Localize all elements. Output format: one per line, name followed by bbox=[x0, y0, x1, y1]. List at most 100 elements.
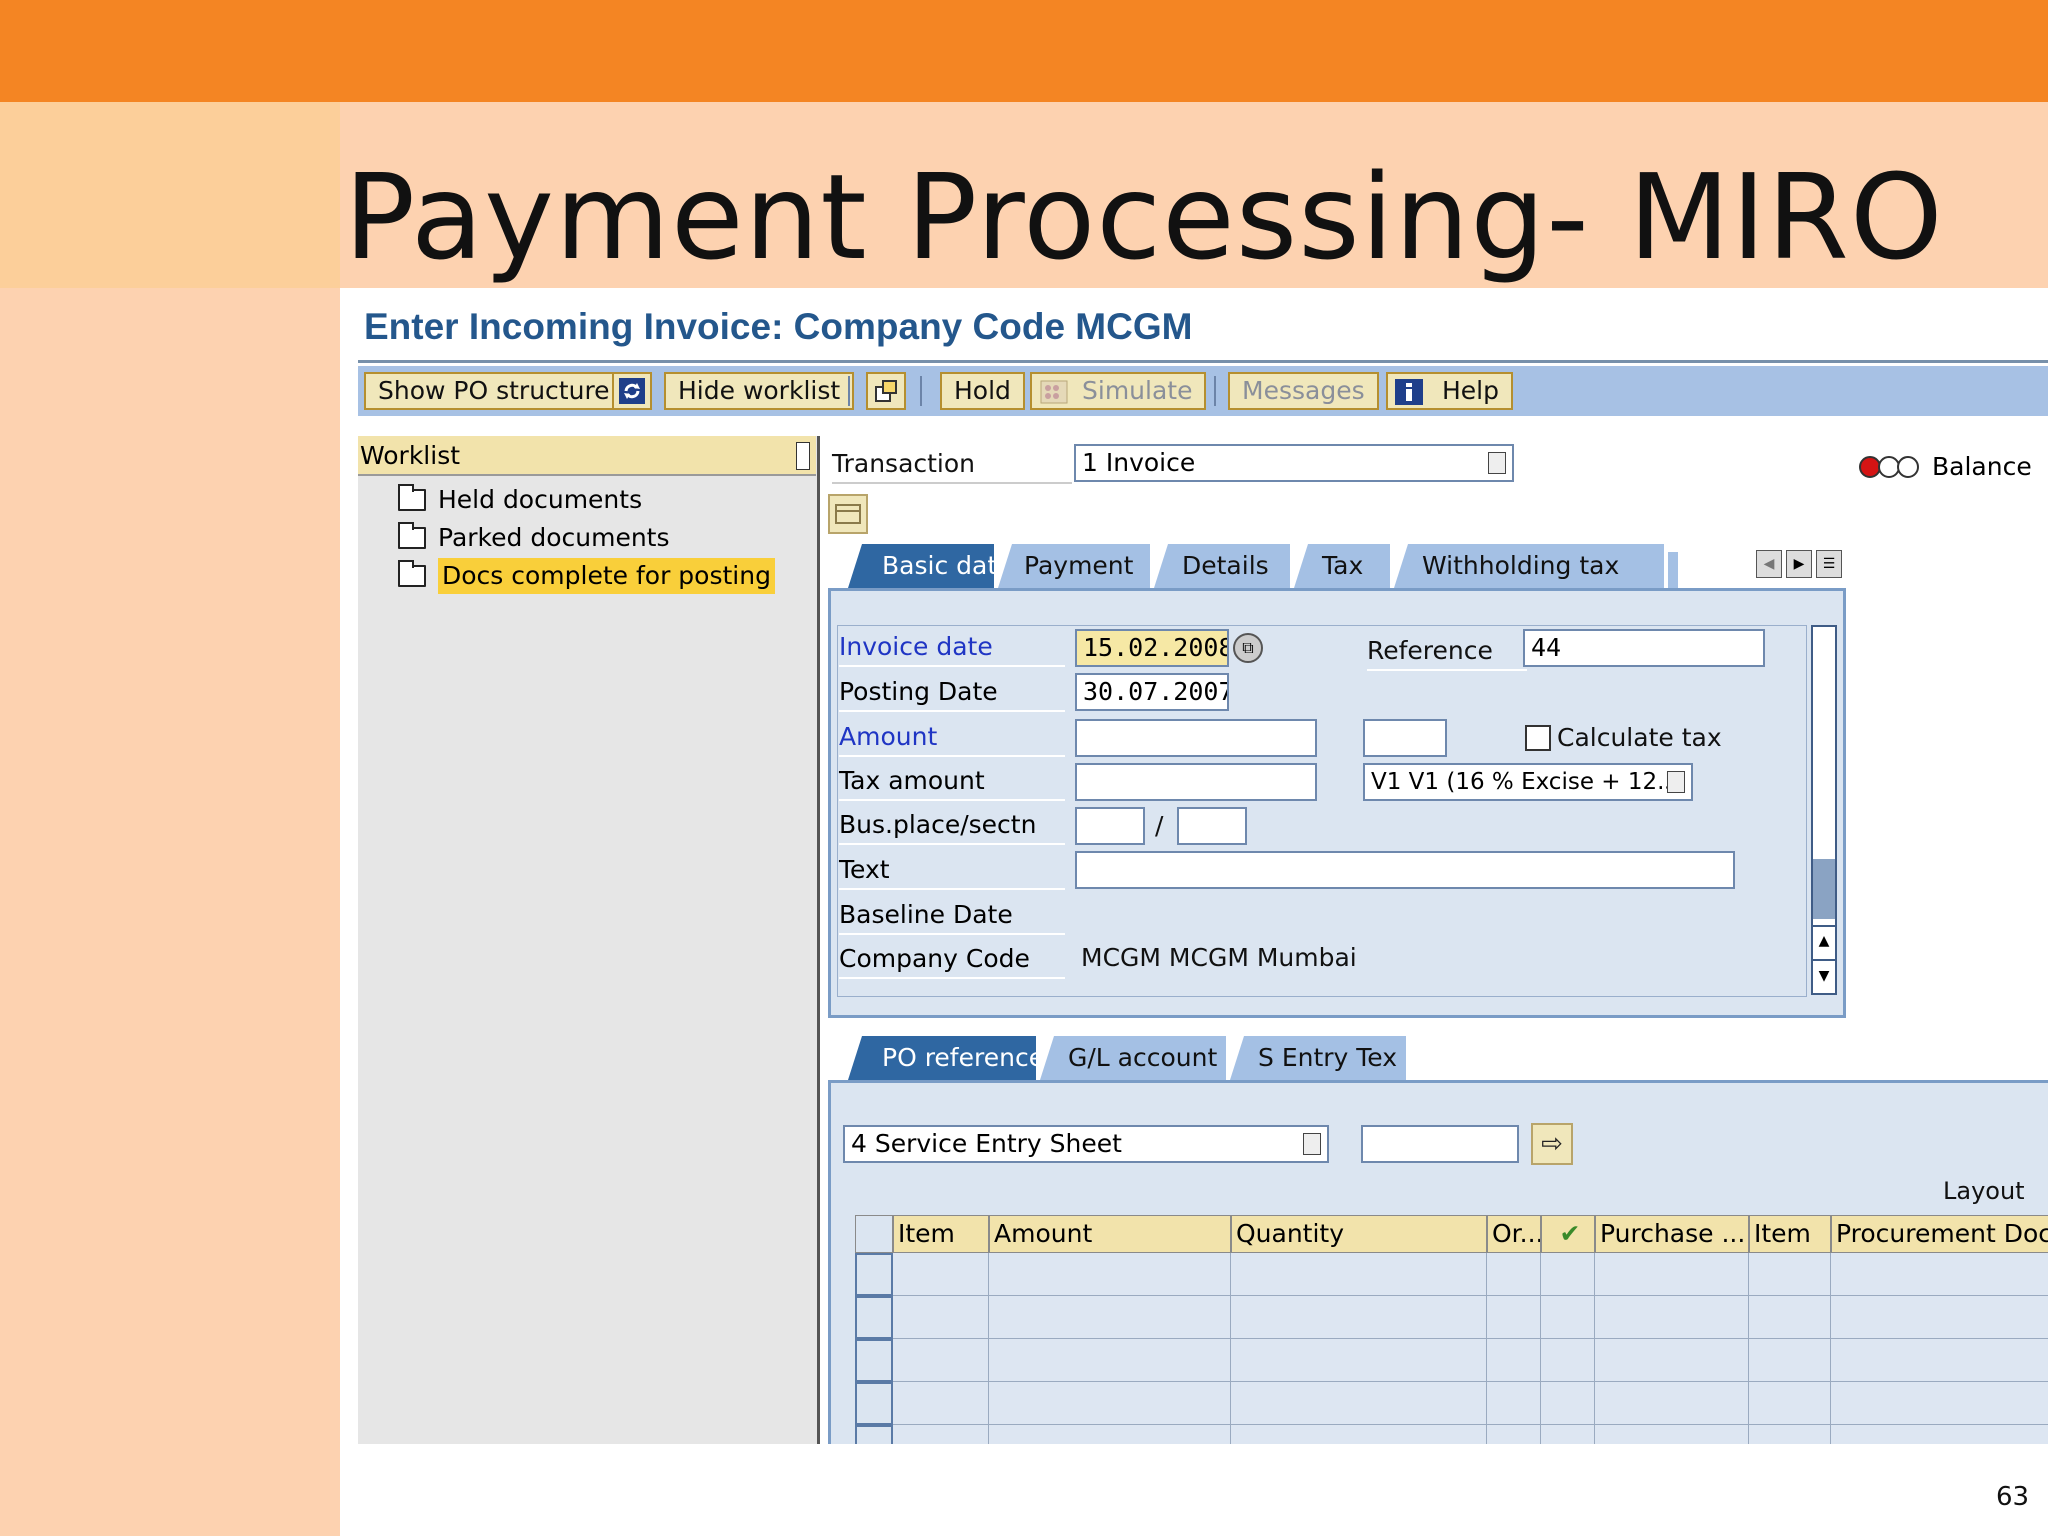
grid-cell[interactable] bbox=[1595, 1425, 1749, 1444]
grid-cell[interactable] bbox=[1231, 1253, 1487, 1296]
grid-cell[interactable] bbox=[989, 1296, 1231, 1339]
table-row[interactable] bbox=[855, 1425, 2048, 1444]
scrollbar-thumb[interactable] bbox=[1813, 859, 1835, 919]
grid-cell[interactable] bbox=[1487, 1382, 1541, 1425]
select-all-cell[interactable] bbox=[855, 1215, 893, 1253]
column-header-item[interactable]: Item bbox=[893, 1215, 989, 1253]
checkmark-icon[interactable]: ✔ bbox=[1541, 1215, 1595, 1253]
grid-cell[interactable] bbox=[1231, 1382, 1487, 1425]
grid-cell[interactable] bbox=[989, 1382, 1231, 1425]
grid-cell[interactable] bbox=[1831, 1382, 2048, 1425]
column-header-quantity[interactable]: Quantity bbox=[1231, 1215, 1487, 1253]
tab-s-entry-tex[interactable]: S Entry Tex bbox=[1230, 1036, 1406, 1080]
row-selector[interactable] bbox=[855, 1425, 893, 1444]
grid-cell[interactable] bbox=[1749, 1296, 1831, 1339]
toggle-header-icon[interactable] bbox=[828, 494, 868, 534]
tab-tax[interactable]: Tax bbox=[1294, 544, 1390, 588]
column-header-po-item[interactable]: Item bbox=[1749, 1215, 1831, 1253]
messages-button[interactable]: Messages bbox=[1228, 372, 1379, 410]
table-row[interactable] bbox=[855, 1296, 2048, 1339]
row-selector[interactable] bbox=[855, 1382, 893, 1425]
tab-scroll-left-icon[interactable]: ◀ bbox=[1756, 550, 1782, 578]
amount-field[interactable] bbox=[1075, 719, 1317, 757]
tax-amount-field[interactable] bbox=[1075, 763, 1317, 801]
grid-cell[interactable] bbox=[1595, 1339, 1749, 1382]
section-code-field[interactable] bbox=[1177, 807, 1247, 845]
calendar-icon[interactable]: ⧉ bbox=[1233, 633, 1263, 663]
grid-cell[interactable] bbox=[989, 1253, 1231, 1296]
grid-cell[interactable] bbox=[1541, 1425, 1595, 1444]
tab-details[interactable]: Details bbox=[1154, 544, 1290, 588]
grid-cell[interactable] bbox=[989, 1425, 1231, 1444]
worklist-resize-handle[interactable] bbox=[796, 442, 810, 470]
grid-cell[interactable] bbox=[1831, 1296, 2048, 1339]
posting-date-field[interactable]: 30.07.2007 bbox=[1075, 673, 1229, 711]
worklist-item-parked[interactable]: Parked documents bbox=[398, 520, 670, 556]
dropdown-icon[interactable] bbox=[1667, 771, 1685, 793]
worklist-item-complete[interactable]: Docs complete for posting bbox=[398, 558, 775, 594]
grid-cell[interactable] bbox=[1749, 1425, 1831, 1444]
currency-field[interactable] bbox=[1363, 719, 1447, 757]
grid-cell[interactable] bbox=[1541, 1253, 1595, 1296]
tab-basic-data[interactable]: Basic data bbox=[848, 544, 994, 588]
grid-cell[interactable] bbox=[1749, 1382, 1831, 1425]
grid-cell[interactable] bbox=[893, 1253, 989, 1296]
row-selector[interactable] bbox=[855, 1253, 893, 1296]
grid-cell[interactable] bbox=[1831, 1339, 2048, 1382]
grid-cell[interactable] bbox=[1595, 1296, 1749, 1339]
tab-withholding-tax[interactable]: Withholding tax bbox=[1394, 544, 1664, 588]
grid-cell[interactable] bbox=[1231, 1425, 1487, 1444]
grid-cell[interactable] bbox=[1831, 1425, 2048, 1444]
tab-po-reference[interactable]: PO reference bbox=[848, 1036, 1036, 1080]
grid-cell[interactable] bbox=[893, 1339, 989, 1382]
scroll-down-icon[interactable]: ▼ bbox=[1813, 959, 1835, 993]
reference-type-select[interactable]: 4 Service Entry Sheet bbox=[843, 1125, 1329, 1163]
grid-cell[interactable] bbox=[1231, 1339, 1487, 1382]
dropdown-icon[interactable] bbox=[1488, 452, 1506, 474]
tab-gl-account[interactable]: G/L account bbox=[1040, 1036, 1226, 1080]
refresh-icon[interactable] bbox=[612, 372, 652, 410]
invoice-date-field[interactable]: 15.02.2008 bbox=[1075, 629, 1229, 667]
dropdown-icon[interactable] bbox=[1303, 1133, 1321, 1155]
column-header-purchase-order[interactable]: Purchase ... bbox=[1595, 1215, 1749, 1253]
grid-cell[interactable] bbox=[1749, 1339, 1831, 1382]
help-button[interactable]: Help bbox=[1386, 372, 1513, 410]
reference-field[interactable]: 44 bbox=[1523, 629, 1765, 667]
grid-cell[interactable] bbox=[1749, 1253, 1831, 1296]
grid-cell[interactable] bbox=[893, 1296, 989, 1339]
column-header-amount[interactable]: Amount bbox=[989, 1215, 1231, 1253]
grid-cell[interactable] bbox=[893, 1425, 989, 1444]
row-selector[interactable] bbox=[855, 1339, 893, 1382]
calculate-tax-checkbox[interactable] bbox=[1525, 725, 1551, 751]
hold-button[interactable]: Hold bbox=[940, 372, 1025, 410]
grid-cell[interactable] bbox=[989, 1339, 1231, 1382]
grid-cell[interactable] bbox=[1487, 1253, 1541, 1296]
worklist-item-held[interactable]: Held documents bbox=[398, 482, 642, 518]
simulate-button[interactable]: Simulate bbox=[1030, 372, 1207, 410]
grid-cell[interactable] bbox=[1831, 1253, 2048, 1296]
reference-number-field[interactable] bbox=[1361, 1125, 1519, 1163]
tab-list-icon[interactable]: ☰ bbox=[1816, 550, 1842, 578]
tax-code-select[interactable]: V1 V1 (16 % Excise + 12.5 bbox=[1363, 763, 1693, 801]
column-header-procurement-doc[interactable]: Procurement Doc. bbox=[1831, 1215, 2048, 1253]
show-po-structure-button[interactable]: Show PO structure bbox=[364, 372, 624, 410]
grid-cell[interactable] bbox=[1541, 1296, 1595, 1339]
tab-scroll-right-icon[interactable]: ▶ bbox=[1786, 550, 1812, 578]
row-selector[interactable] bbox=[855, 1296, 893, 1339]
column-header-order-unit[interactable]: Or... bbox=[1487, 1215, 1541, 1253]
basic-data-scrollbar[interactable]: ▲ ▼ bbox=[1811, 625, 1837, 995]
business-place-field[interactable] bbox=[1075, 807, 1145, 845]
grid-cell[interactable] bbox=[1487, 1296, 1541, 1339]
grid-cell[interactable] bbox=[1541, 1382, 1595, 1425]
text-field[interactable] bbox=[1075, 851, 1735, 889]
execute-arrow-icon[interactable]: ⇨ bbox=[1531, 1123, 1573, 1165]
hide-worklist-button[interactable]: Hide worklist bbox=[664, 372, 855, 410]
grid-cell[interactable] bbox=[1595, 1253, 1749, 1296]
document-overview-icon[interactable] bbox=[866, 372, 906, 410]
grid-cell[interactable] bbox=[1595, 1382, 1749, 1425]
table-row[interactable] bbox=[855, 1339, 2048, 1382]
grid-cell[interactable] bbox=[1231, 1296, 1487, 1339]
tab-payment[interactable]: Payment bbox=[998, 544, 1150, 588]
transaction-select[interactable]: 1 Invoice bbox=[1074, 444, 1514, 482]
scroll-up-icon[interactable]: ▲ bbox=[1813, 925, 1835, 955]
